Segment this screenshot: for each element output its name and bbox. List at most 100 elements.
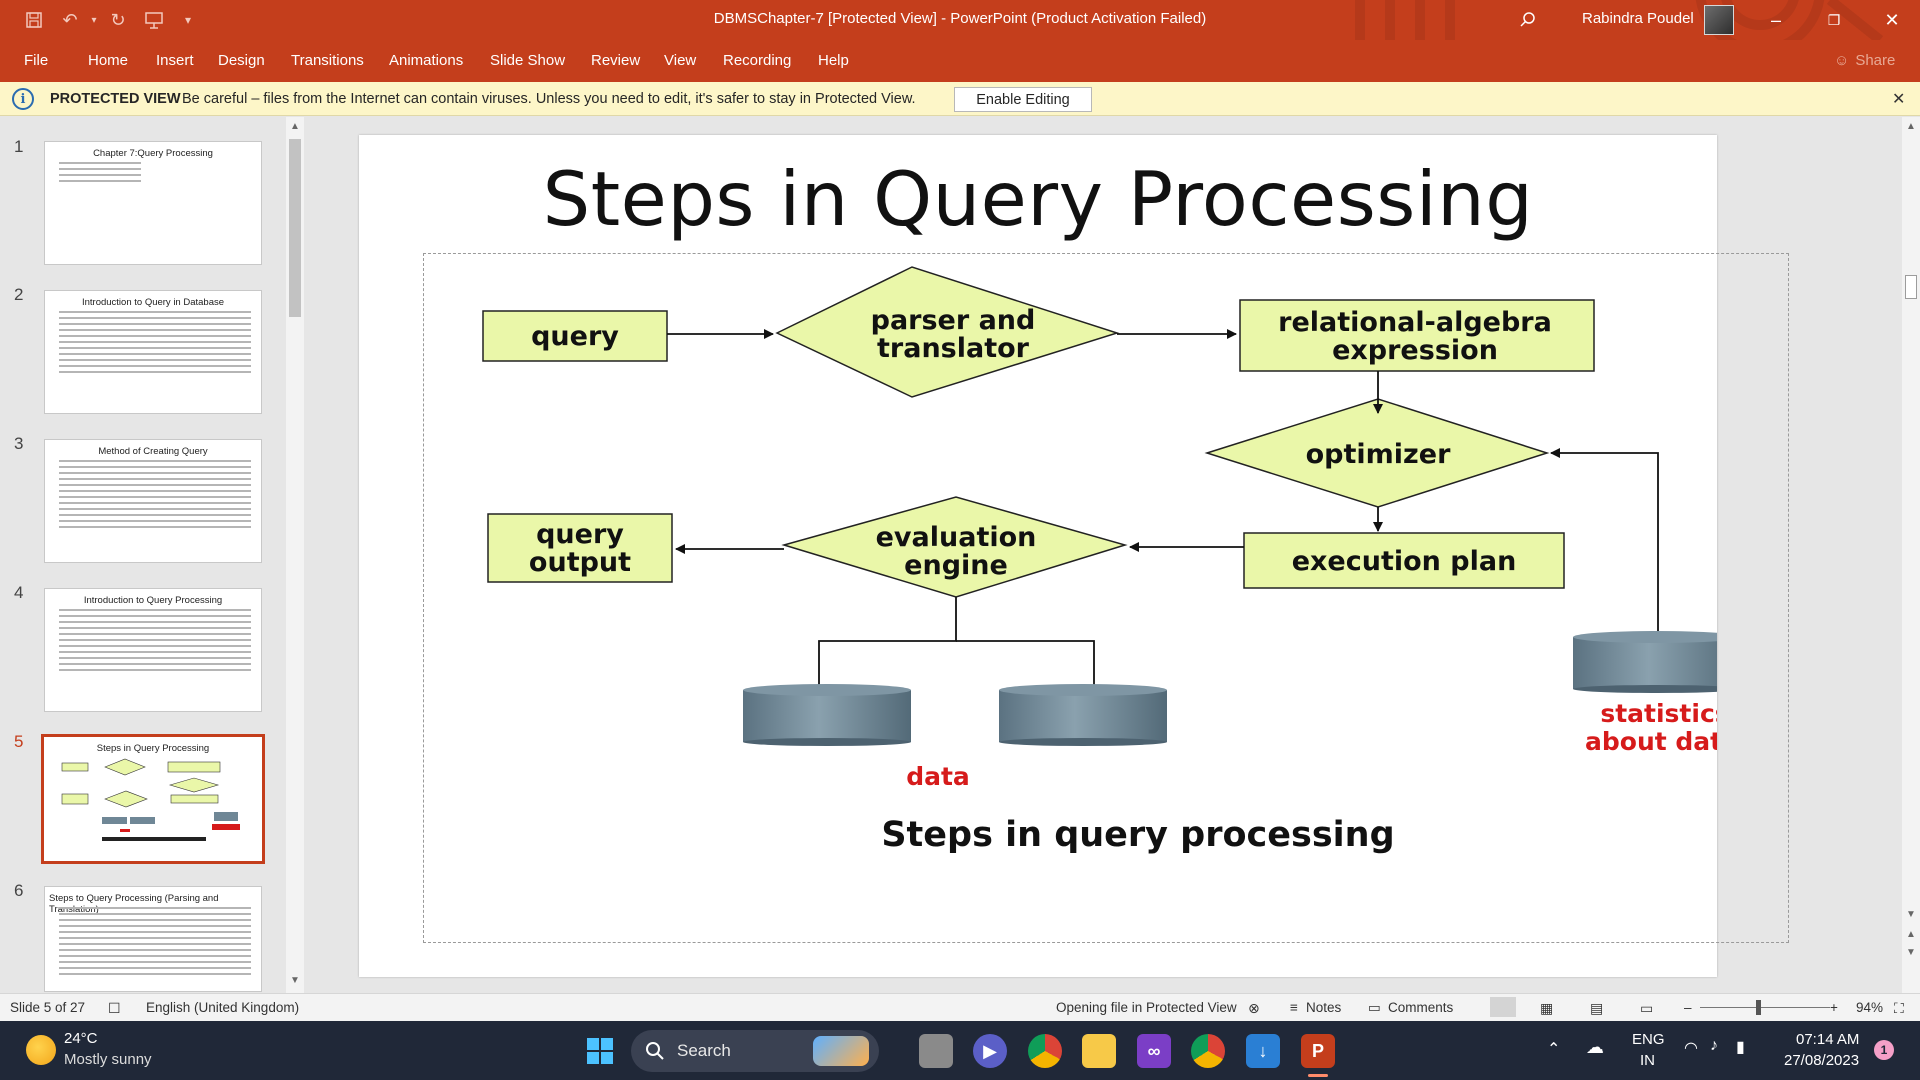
slide-thumbnail-4[interactable]: Introduction to Query Processing xyxy=(44,588,262,712)
accessibility-icon[interactable]: ☐ xyxy=(108,1000,121,1017)
tab-insert[interactable]: Insert xyxy=(156,52,194,69)
close-window-button[interactable]: ✕ xyxy=(1864,0,1920,40)
scroll-down-icon[interactable]: ▼ xyxy=(290,975,300,986)
slide-sorter-icon[interactable]: ▦ xyxy=(1540,1000,1553,1017)
tab-help[interactable]: Help xyxy=(818,52,849,69)
powerpoint-icon[interactable]: P xyxy=(1301,1034,1335,1068)
statistics-cylinder xyxy=(1573,631,1717,693)
notes-icon[interactable]: ≡ xyxy=(1290,1000,1298,1015)
share-button[interactable]: ☺ Share xyxy=(1834,52,1895,69)
thumbnail-scrollbar[interactable]: ▲ ▼ xyxy=(286,117,304,993)
minimize-button[interactable]: – xyxy=(1748,0,1804,40)
thumb-number: 1 xyxy=(14,137,24,156)
enable-editing-button[interactable]: Enable Editing xyxy=(954,87,1092,112)
slide-scroll-thumb[interactable] xyxy=(1905,275,1917,299)
slideshow-view-icon[interactable]: ▭ xyxy=(1640,1000,1653,1017)
taskbar: 24°C Mostly sunny Search ▶ ∞ ↓ P ⌃ ☁ ENG… xyxy=(0,1021,1920,1080)
file-explorer-icon[interactable] xyxy=(1082,1034,1116,1068)
line-engine-data-1 xyxy=(818,597,957,685)
optimizer-label: optimizer xyxy=(1306,439,1451,470)
tab-recording[interactable]: Recording xyxy=(723,52,791,69)
reading-view-icon[interactable]: ▤ xyxy=(1590,1000,1603,1017)
language-status[interactable]: English (United Kingdom) xyxy=(146,1000,299,1015)
scroll-up-icon[interactable]: ▲ xyxy=(1906,121,1916,132)
chrome-profile-icon[interactable] xyxy=(1191,1034,1225,1068)
comments-button[interactable]: Comments xyxy=(1388,1000,1453,1015)
language-indicator-2[interactable]: IN xyxy=(1640,1052,1655,1069)
slide-thumbnail-1[interactable]: Chapter 7:Query Processing xyxy=(44,141,262,265)
wifi-icon[interactable]: ◠ xyxy=(1684,1038,1698,1058)
slide-canvas[interactable]: Steps in Query Processing query parser a… xyxy=(359,135,1789,977)
thumbnail-scroll-thumb[interactable] xyxy=(289,139,301,317)
notes-button[interactable]: Notes xyxy=(1306,1000,1341,1015)
tab-review[interactable]: Review xyxy=(591,52,640,69)
clock-time[interactable]: 07:14 AM xyxy=(1796,1031,1859,1048)
download-app-icon[interactable]: ↓ xyxy=(1246,1034,1280,1068)
start-icon[interactable] xyxy=(583,1034,617,1068)
customize-qat-icon[interactable]: ▾ xyxy=(174,8,202,32)
battery-icon[interactable]: ▮ xyxy=(1736,1037,1745,1057)
slide-scrollbar[interactable]: ▲ ▼ ▲ ▼ xyxy=(1902,117,1920,993)
tab-design[interactable]: Design xyxy=(218,52,265,69)
search-label: Search xyxy=(677,1041,731,1060)
present-icon[interactable] xyxy=(140,8,168,32)
thumb-title: Introduction to Query in Database xyxy=(81,297,225,308)
zoom-level[interactable]: 94% xyxy=(1856,1000,1883,1015)
redo-icon[interactable]: ↻ xyxy=(104,8,132,32)
next-slide-icon[interactable]: ▼ xyxy=(1906,947,1916,958)
cancel-icon[interactable]: ⊗ xyxy=(1248,1000,1260,1017)
slide-thumbnail-2[interactable]: Introduction to Query in Database xyxy=(44,290,262,414)
tab-transitions[interactable]: Transitions xyxy=(291,52,364,69)
zoom-slider[interactable] xyxy=(1700,1007,1830,1008)
search-icon[interactable] xyxy=(1514,8,1542,32)
language-indicator-1[interactable]: ENG xyxy=(1632,1031,1665,1048)
thumb-title: Steps in Query Processing xyxy=(96,743,210,754)
comments-icon[interactable]: ▭ xyxy=(1368,1000,1381,1016)
previous-slide-icon[interactable]: ▲ xyxy=(1906,929,1916,940)
zoom-out-icon[interactable]: – xyxy=(1684,1000,1692,1015)
avatar[interactable] xyxy=(1704,5,1734,35)
ribbon-tabs: File Home Insert Design Transitions Anim… xyxy=(0,40,1920,82)
chrome-icon[interactable] xyxy=(1028,1034,1062,1068)
tab-file[interactable]: File xyxy=(24,52,48,69)
zoom-in-icon[interactable]: + xyxy=(1830,1000,1838,1015)
clock-date[interactable]: 27/08/2023 xyxy=(1784,1052,1859,1069)
close-bar-icon[interactable]: ✕ xyxy=(1892,89,1905,109)
notification-badge[interactable]: 1 xyxy=(1874,1040,1894,1060)
tab-view[interactable]: View xyxy=(664,52,696,69)
show-hidden-icons[interactable]: ⌃ xyxy=(1547,1039,1560,1059)
eval-label-1: evaluation xyxy=(876,522,1037,553)
protected-view-message: Be careful – files from the Internet can… xyxy=(182,91,916,107)
save-icon[interactable] xyxy=(20,8,48,32)
slide-thumbnail-6[interactable]: Steps to Query Processing (Parsing and T… xyxy=(44,886,262,992)
tab-slide-show[interactable]: Slide Show xyxy=(490,52,565,69)
slide-thumbnail-5[interactable]: Steps in Query Processing xyxy=(41,734,265,864)
normal-view-icon[interactable] xyxy=(1490,997,1516,1017)
scroll-up-icon[interactable]: ▲ xyxy=(290,121,300,132)
tab-animations[interactable]: Animations xyxy=(389,52,463,69)
eval-label-2: engine xyxy=(904,550,1008,581)
slide-thumbnail-pane: 1 Chapter 7:Query Processing 2 Introduct… xyxy=(0,117,306,993)
volume-icon[interactable]: ♪ xyxy=(1710,1037,1718,1055)
user-name[interactable]: Rabindra Poudel xyxy=(1582,10,1694,27)
scroll-down-icon[interactable]: ▼ xyxy=(1906,909,1916,920)
slide-thumbnail-3[interactable]: Method of Creating Query xyxy=(44,439,262,563)
rae-label-2: expression xyxy=(1332,335,1498,366)
onedrive-icon[interactable]: ☁ xyxy=(1586,1037,1604,1058)
taskbar-search[interactable]: Search xyxy=(631,1030,879,1072)
teams-chat-icon[interactable]: ▶ xyxy=(973,1034,1007,1068)
diagram-caption: Steps in query processing xyxy=(881,815,1394,855)
data-cylinder-1 xyxy=(743,684,911,746)
thumb-number: 5 xyxy=(14,732,24,751)
task-view-icon[interactable] xyxy=(919,1034,953,1068)
visual-studio-icon[interactable]: ∞ xyxy=(1137,1034,1171,1068)
weather-text[interactable]: Mostly sunny xyxy=(64,1051,152,1068)
tab-home[interactable]: Home xyxy=(88,52,128,69)
thumb-number: 2 xyxy=(14,285,24,304)
temperature[interactable]: 24°C xyxy=(64,1030,98,1047)
line-engine-data-2 xyxy=(956,640,1095,685)
fit-to-window-icon[interactable]: ⛶ xyxy=(1894,1000,1904,1017)
zoom-slider-thumb[interactable] xyxy=(1756,1000,1761,1015)
restore-button[interactable]: ❐ xyxy=(1806,0,1862,40)
weather-icon[interactable] xyxy=(26,1035,56,1065)
